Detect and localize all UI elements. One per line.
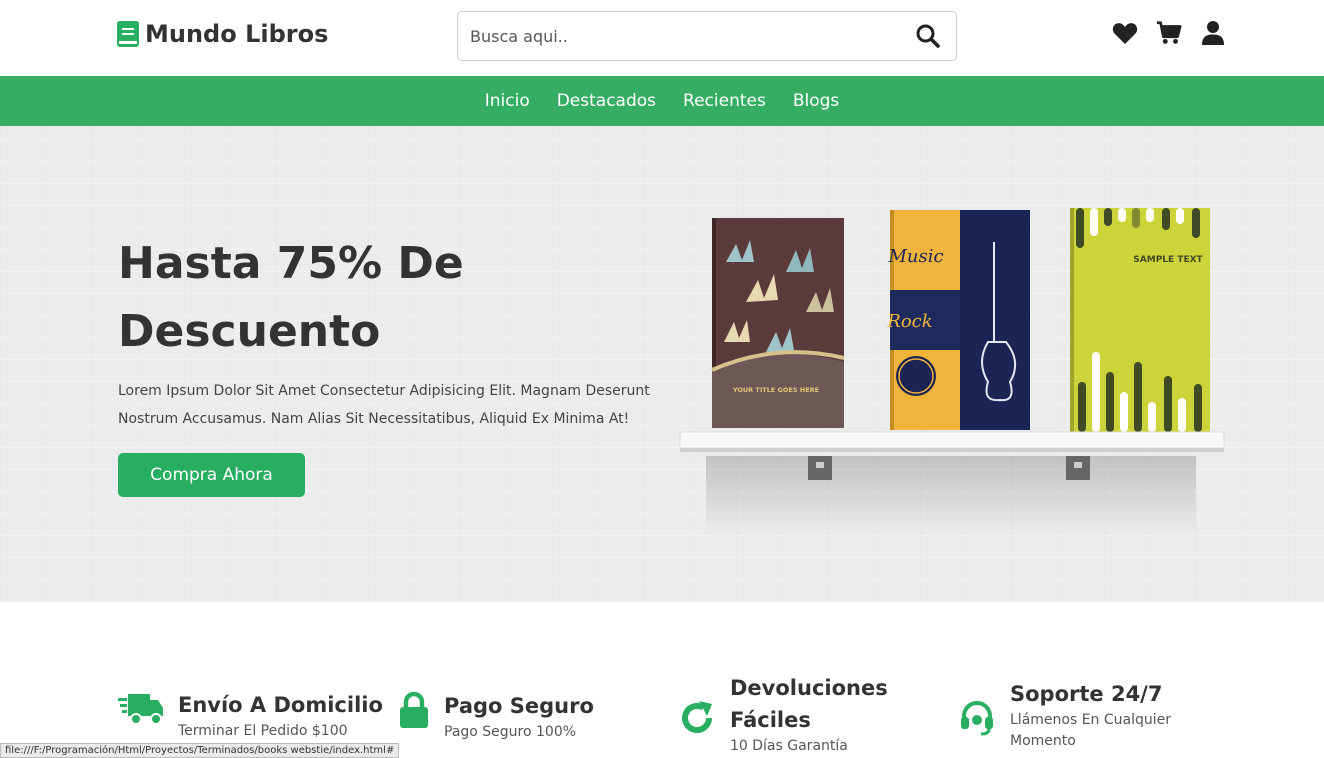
buy-now-button[interactable]: Compra Ahora	[118, 453, 305, 497]
header-icons	[1112, 20, 1226, 46]
user-icon[interactable]	[1200, 20, 1226, 46]
feature-delivery-subtitle: Terminar El Pedido $100	[178, 723, 348, 739]
book-2-rock-text: Rock	[886, 311, 932, 332]
nav-item-blogs[interactable]: Blogs	[793, 91, 839, 111]
search-icon[interactable]	[900, 12, 956, 60]
feature-delivery-title: Envío A Domicilio	[178, 693, 383, 717]
logo[interactable]: Mundo Libros	[117, 20, 328, 48]
heart-icon[interactable]	[1112, 20, 1138, 46]
hero-description: Lorem Ipsum Dolor Sit Amet Consectetur A…	[118, 383, 650, 427]
nav-item-inicio[interactable]: Inicio	[485, 91, 530, 111]
bookshelf-illustration: YOUR TITLE GOES HERE Music Rock SAMPLE T…	[679, 208, 1225, 536]
book-1-title: YOUR TITLE GOES HERE	[732, 386, 819, 394]
feature-returns-subtitle: 10 Días Garantía	[730, 738, 848, 754]
book-3-title: SAMPLE TEXT	[1133, 255, 1203, 265]
feature-returns: Devoluciones Fáciles 10 Días Garantía	[678, 672, 910, 757]
nav-item-destacados[interactable]: Destacados	[557, 91, 656, 111]
book-cover-2: Music Rock	[886, 210, 1030, 430]
cart-icon[interactable]	[1156, 20, 1182, 46]
feature-support: Soporte 24/7 Llámenos En Cualquier Momen…	[958, 678, 1190, 752]
search-input[interactable]	[458, 12, 900, 60]
browser-status-bar: file:///F:/Programación/Html/Proyectos/T…	[0, 743, 400, 758]
feature-support-title: Soporte 24/7	[1010, 682, 1163, 706]
book-cover-1: YOUR TITLE GOES HERE	[711, 218, 845, 428]
shelf-board	[679, 431, 1225, 449]
feature-secure-payment-subtitle: Pago Seguro 100%	[444, 724, 577, 740]
main-nav: Inicio Destacados Recientes Blogs	[0, 76, 1324, 126]
feature-support-subtitle: Llámenos En Cualquier Momento	[1010, 712, 1172, 749]
headset-icon	[958, 698, 996, 738]
logo-text: Mundo Libros	[145, 20, 329, 48]
search-bar	[457, 11, 957, 61]
nav-item-recientes[interactable]: Recientes	[683, 91, 766, 111]
lock-icon	[398, 690, 430, 730]
shelf-shadow	[706, 456, 1196, 536]
book-cover-3: SAMPLE TEXT	[1070, 208, 1210, 432]
feature-secure-payment: Pago Seguro Pago Seguro 100%	[398, 690, 594, 743]
header: Mundo Libros	[0, 0, 1324, 76]
feature-delivery: Envío A Domicilio Terminar El Pedido $10…	[118, 689, 383, 742]
hero-title: Hasta 75% De Descuento	[118, 238, 464, 357]
truck-icon	[118, 689, 164, 729]
redo-icon	[678, 698, 716, 738]
hero-banner: Hasta 75% De Descuento Lorem Ipsum Dolor…	[0, 126, 1324, 602]
book-2-music-text: Music	[887, 246, 943, 267]
feature-secure-payment-title: Pago Seguro	[444, 694, 594, 718]
features-section: Envío A Domicilio Terminar El Pedido $10…	[0, 602, 1324, 758]
feature-returns-title: Devoluciones Fáciles	[730, 676, 888, 732]
book-icon	[117, 21, 139, 47]
